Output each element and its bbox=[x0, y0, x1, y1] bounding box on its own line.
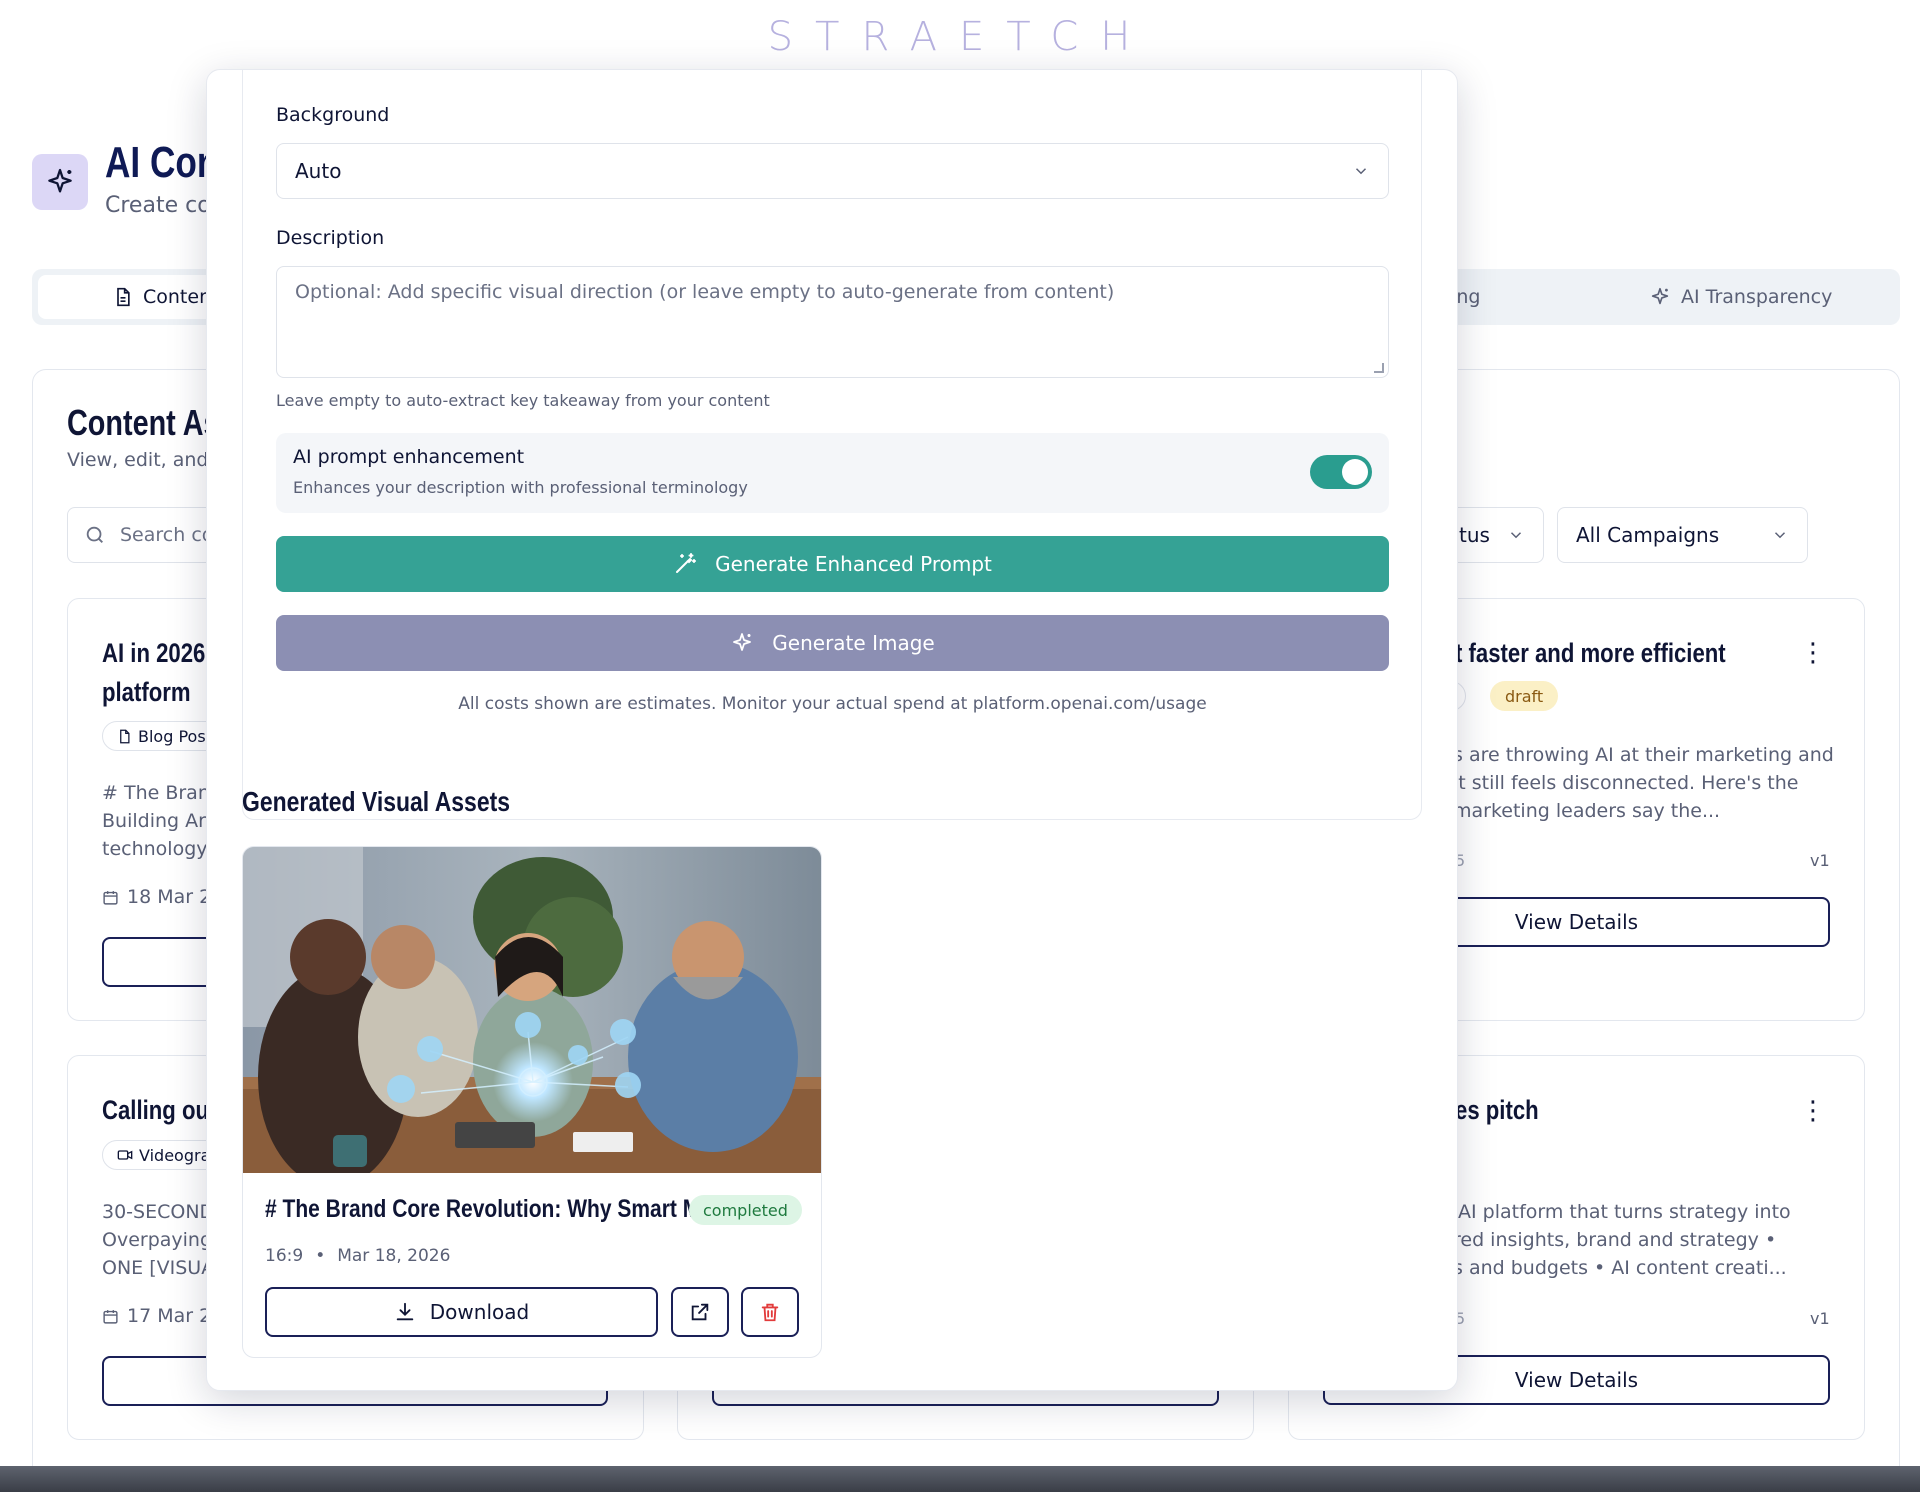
aspect-ratio: 16:9 bbox=[265, 1246, 304, 1266]
meta-dot: • bbox=[315, 1246, 326, 1266]
card-excerpt-line: Overpaying bbox=[102, 1229, 213, 1251]
document-icon bbox=[117, 287, 130, 307]
app-icon bbox=[32, 154, 88, 210]
panel-subtitle: View, edit, and r bbox=[67, 449, 223, 471]
card-excerpt-line: red insights, brand and strategy • bbox=[1453, 1229, 1777, 1251]
card-excerpt-line: ONE [VISUA bbox=[102, 1257, 215, 1279]
status-badge: completed bbox=[689, 1195, 802, 1225]
background-label: Background bbox=[276, 104, 390, 126]
trash-icon bbox=[761, 1303, 779, 1322]
costs-note: All costs shown are estimates. Monitor y… bbox=[458, 694, 1207, 714]
panel-title: Content As bbox=[67, 402, 220, 443]
card-excerpt-line: # The Brand bbox=[102, 782, 222, 804]
asset-title: # The Brand Core Revolution: Why Smart M… bbox=[265, 1195, 750, 1223]
enhancement-title: AI prompt enhancement bbox=[293, 446, 525, 468]
card-excerpt-line: marketing leaders say the... bbox=[1453, 800, 1721, 822]
download-icon bbox=[396, 1302, 414, 1321]
card-title: es pitch bbox=[1455, 1095, 1539, 1125]
delete-button[interactable] bbox=[741, 1287, 799, 1337]
chevron-down-icon bbox=[1355, 168, 1367, 175]
version-label: v1 bbox=[1810, 851, 1830, 870]
video-icon bbox=[117, 1150, 133, 1160]
description-textarea[interactable]: Optional: Add specific visual direction … bbox=[276, 266, 1389, 378]
enhancement-subtitle: Enhances your description with professio… bbox=[293, 478, 748, 497]
more-options-icon[interactable]: ⋮ bbox=[1800, 640, 1826, 666]
campaign-filter[interactable]: All Campaigns bbox=[1557, 507, 1808, 563]
card-excerpt-line: s and budgets • AI content creati... bbox=[1453, 1257, 1787, 1279]
open-external-button[interactable] bbox=[671, 1287, 729, 1337]
background-select-value: Auto bbox=[295, 159, 342, 183]
generated-assets-heading: Generated Visual Assets bbox=[242, 786, 510, 817]
description-label: Description bbox=[276, 227, 385, 249]
card-title-line: AI in 2026 bbox=[102, 638, 206, 668]
enhancement-toggle[interactable] bbox=[1310, 455, 1372, 489]
more-options-icon[interactable]: ⋮ bbox=[1800, 1098, 1826, 1124]
type-pill: Blog Pos bbox=[102, 721, 221, 751]
card-excerpt-line: s are throwing AI at their marketing and bbox=[1453, 744, 1834, 766]
generate-image-button[interactable]: Generate Image bbox=[276, 615, 1389, 671]
type-pill-label: Videogra bbox=[139, 1145, 211, 1165]
status-badge: draft bbox=[1490, 681, 1559, 711]
toggle-knob bbox=[1342, 459, 1368, 485]
generate-visual-modal: Background Auto Description Optional: Ad… bbox=[206, 69, 1458, 1391]
tab-label: Conten bbox=[143, 286, 212, 308]
generate-enhanced-prompt-button[interactable]: Generate Enhanced Prompt bbox=[276, 536, 1389, 592]
tab-label: AI Transparency bbox=[1681, 286, 1833, 308]
generate-image-label: Generate Image bbox=[772, 631, 935, 655]
asset-meta: 16:9 • Mar 18, 2026 bbox=[265, 1246, 450, 1266]
calendar-icon bbox=[103, 890, 118, 905]
sparkles-icon bbox=[733, 633, 752, 651]
card-excerpt-line: it still feels disconnected. Here's the bbox=[1453, 772, 1799, 794]
card-title: t faster and more efficient bbox=[1455, 638, 1726, 668]
campaign-filter-value: All Campaigns bbox=[1576, 523, 1720, 547]
asset-date: Mar 18, 2026 bbox=[337, 1246, 451, 1266]
chevron-down-icon bbox=[1774, 532, 1786, 539]
tab-ai-transparency[interactable]: AI Transparency bbox=[1649, 275, 1832, 319]
card-title-line: platform bbox=[102, 677, 191, 707]
external-link-icon bbox=[691, 1303, 709, 1321]
chevron-down-icon bbox=[1510, 532, 1522, 539]
magic-wand-icon bbox=[676, 553, 697, 573]
card-title: Calling out bbox=[102, 1095, 217, 1125]
document-icon bbox=[120, 729, 130, 743]
search-icon bbox=[86, 526, 103, 543]
visual-asset-card: # The Brand Core Revolution: Why Smart M… bbox=[242, 846, 822, 1358]
page-subtitle: Create cor bbox=[105, 193, 220, 218]
sparkles-icon bbox=[1651, 287, 1669, 305]
brand-logo: STRAETCH bbox=[767, 14, 1153, 60]
version-label: v1 bbox=[1810, 1309, 1830, 1328]
search-placeholder: Search co bbox=[120, 524, 214, 546]
type-pill-label: Blog Pos bbox=[138, 726, 206, 746]
os-dock bbox=[0, 1466, 1920, 1492]
page-title: AI Con bbox=[105, 138, 219, 187]
generate-enhanced-prompt-label: Generate Enhanced Prompt bbox=[715, 552, 992, 576]
description-hint: Leave empty to auto-extract key takeaway… bbox=[276, 391, 770, 410]
card-excerpt-line: 30-SECOND bbox=[102, 1201, 215, 1223]
download-label: Download bbox=[429, 1300, 530, 1324]
card-excerpt-line: technology bbox=[102, 838, 208, 860]
asset-image[interactable] bbox=[243, 847, 822, 1173]
card-excerpt-line: Building Arc bbox=[102, 810, 216, 832]
description-placeholder: Optional: Add specific visual direction … bbox=[295, 281, 1115, 303]
card-excerpt-line: AI platform that turns strategy into bbox=[1458, 1201, 1791, 1223]
prompt-enhancement-row: AI prompt enhancement Enhances your desc… bbox=[276, 433, 1389, 513]
calendar-icon bbox=[103, 1309, 118, 1324]
download-button[interactable]: Download bbox=[265, 1287, 658, 1337]
resize-handle[interactable] bbox=[1374, 363, 1384, 373]
background-select[interactable]: Auto bbox=[276, 143, 1389, 199]
